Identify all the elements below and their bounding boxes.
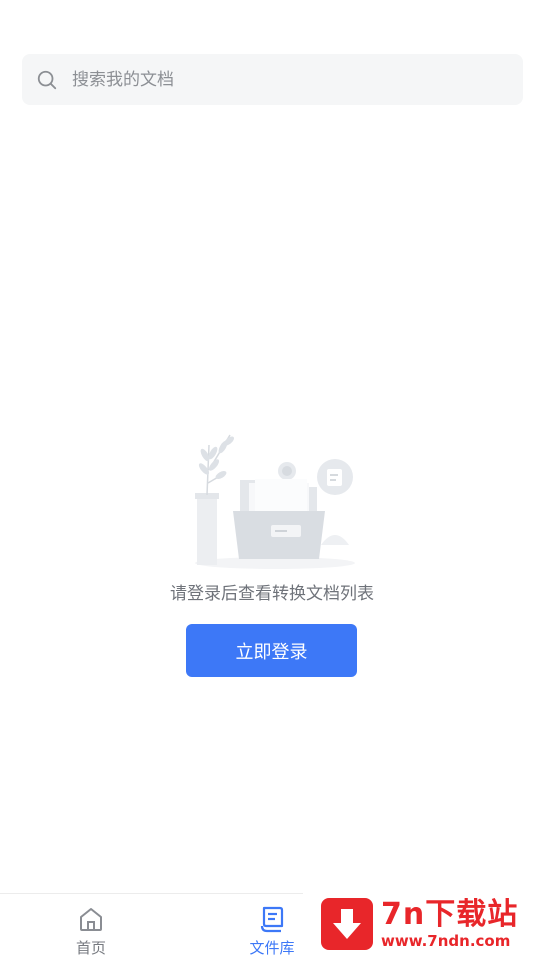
search-icon xyxy=(37,70,57,89)
watermark-logo: 7n下载站 www.7ndn.com xyxy=(303,880,544,967)
tab-file-library-label: 文件库 xyxy=(249,939,295,957)
search-input[interactable] xyxy=(70,68,523,91)
empty-folder-illustration xyxy=(195,434,355,569)
document-icon xyxy=(260,906,284,933)
search-bar[interactable] xyxy=(22,54,523,105)
home-icon xyxy=(80,908,102,931)
login-button[interactable]: 立即登录 xyxy=(186,624,357,677)
watermark-title: 7n下载站 xyxy=(381,896,519,932)
watermark-url: www.7ndn.com xyxy=(381,931,511,950)
empty-state-message: 请登录后查看转换文档列表 xyxy=(170,584,374,604)
tab-home-label: 首页 xyxy=(75,939,106,957)
download-arrow-icon xyxy=(321,897,373,950)
tab-home[interactable]: 首页 xyxy=(36,894,146,968)
